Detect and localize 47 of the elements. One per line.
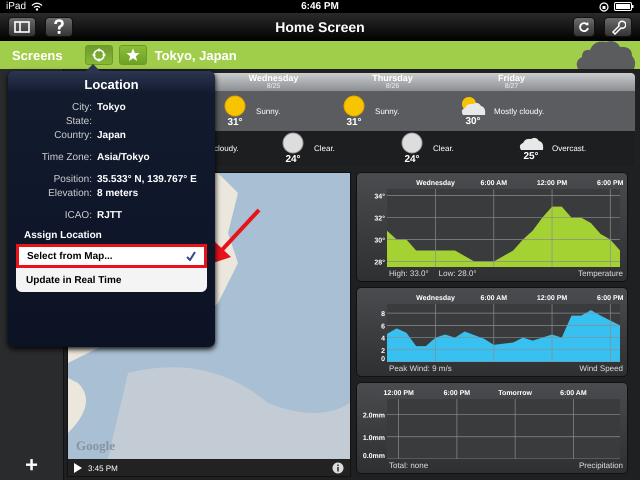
low-temperature: 24° <box>285 154 301 165</box>
field-value: Asia/Tokyo <box>97 152 150 162</box>
low-temperature: 25° <box>523 151 539 162</box>
clock: 6:46 PM <box>301 1 339 12</box>
chart-title: Temperature <box>578 269 623 278</box>
chart-summary: Total: none <box>389 461 428 470</box>
high-temperature: 31° <box>227 116 243 128</box>
day-condition: Sunny. <box>375 106 400 116</box>
field-label: ICAO: <box>64 210 92 220</box>
day-name: Wednesday <box>248 74 298 83</box>
field-value: 35.533° N, 139.767° E <box>97 174 197 184</box>
popover-title: Location <box>83 77 140 92</box>
chart-summary: Low: 28.0° <box>438 269 477 278</box>
option-label: Update in Real Time <box>26 274 122 286</box>
chart-summary: High: 33.0° <box>389 269 429 278</box>
high-temperature: 31° <box>346 116 362 128</box>
field-label: Position: <box>52 174 92 184</box>
night-condition: Clear. <box>314 144 335 153</box>
device-name: iPad <box>6 1 26 12</box>
field-value: Japan <box>97 130 126 140</box>
field-label: Time Zone: <box>40 152 92 162</box>
map-logo: Google <box>76 438 115 454</box>
high-temperature: 30° <box>465 116 481 126</box>
night-condition: Clear. <box>433 144 454 153</box>
field-label: State: <box>64 116 92 126</box>
screens-label: Screens <box>12 48 63 62</box>
field-value: Tokyo <box>97 102 126 112</box>
day-name: Friday <box>498 74 525 83</box>
night-condition: cloudy. <box>214 144 239 153</box>
field-label: Elevation: <box>47 188 92 198</box>
section-heading: Assign Location <box>24 230 103 241</box>
screen-title: Home Screen <box>275 19 365 35</box>
day-name: Thursday <box>372 74 413 83</box>
low-temperature: 24° <box>404 154 420 165</box>
day-condition: Mostly cloudy. <box>494 106 544 116</box>
day-condition: Sunny. <box>256 106 280 116</box>
chart-title: Precipitation <box>578 461 623 470</box>
option-label: Select from Map... <box>27 250 113 262</box>
field-value: 8 meters <box>97 188 138 198</box>
radar-time: 3:45 PM <box>88 464 119 472</box>
field-label: City: <box>71 102 92 112</box>
field-label: Country: <box>53 130 92 140</box>
location-name: Tokyo, Japan <box>154 48 237 62</box>
field-value: RJTT <box>97 210 122 220</box>
chart-summary: Peak Wind: 9 m/s <box>389 364 452 373</box>
night-condition: Overcast. <box>552 144 586 153</box>
chart-title: Wind Speed <box>579 364 623 373</box>
